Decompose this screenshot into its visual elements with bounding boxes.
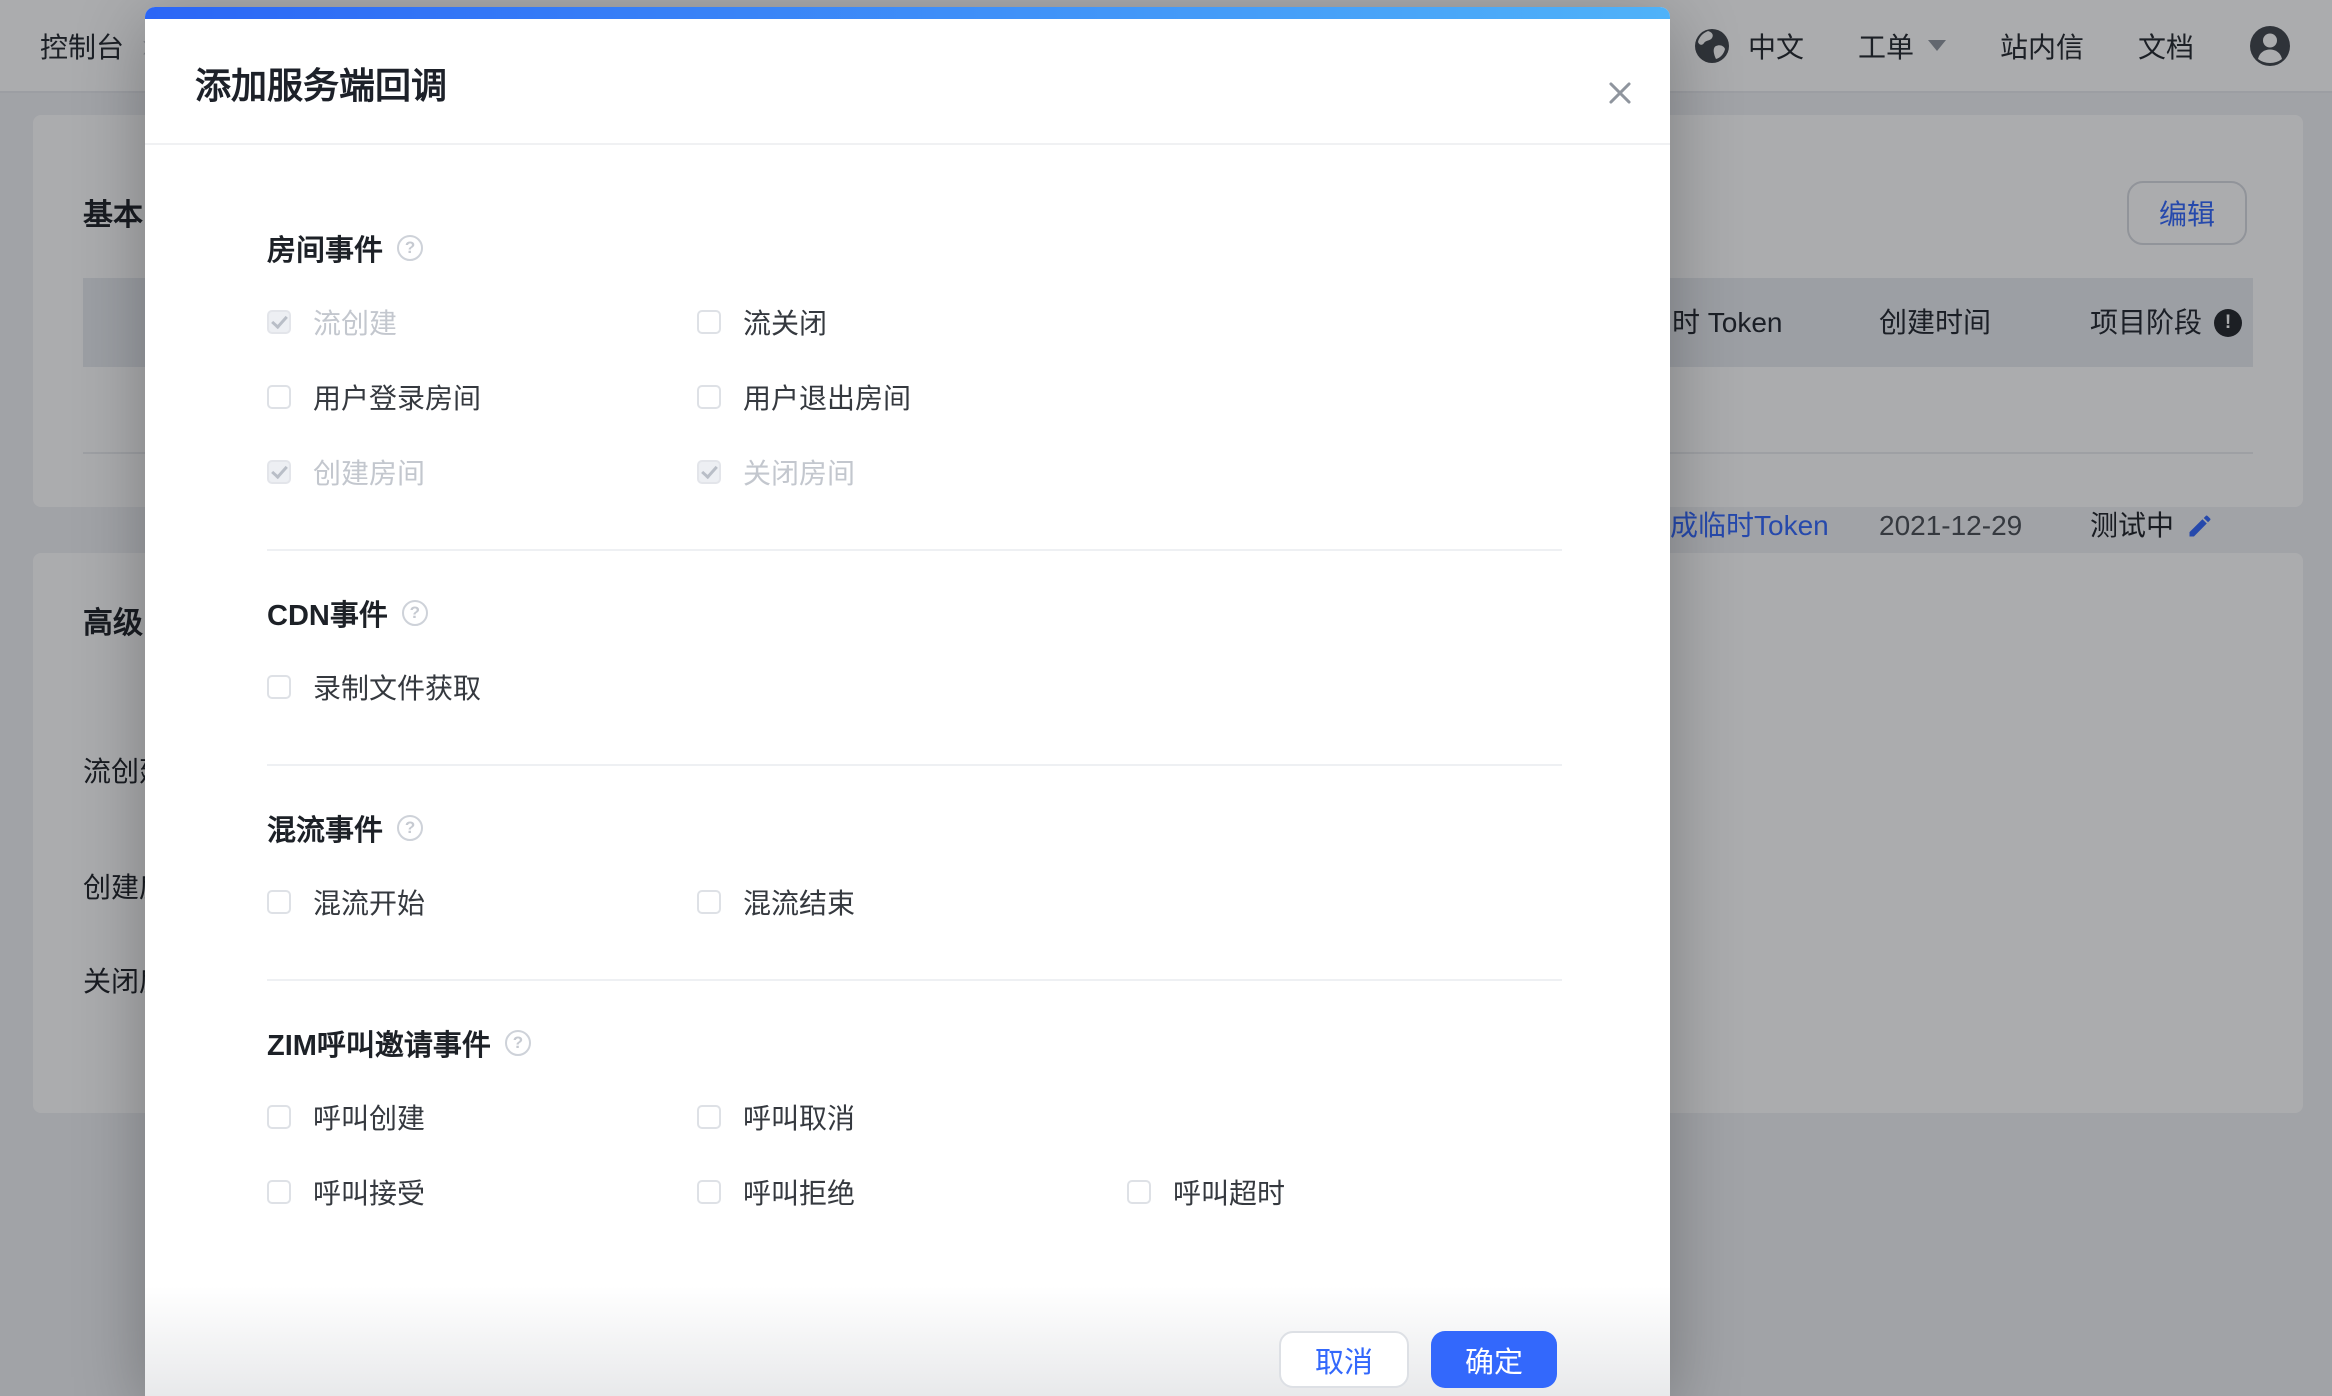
help-icon[interactable]: ? <box>505 1030 531 1056</box>
dialog-header: 添加服务端回调 <box>145 19 1670 145</box>
help-icon[interactable]: ? <box>397 235 423 261</box>
checkbox[interactable] <box>697 310 721 334</box>
checkbox-item: 创建房间 <box>267 448 697 496</box>
confirm-button[interactable]: 确定 <box>1431 1331 1557 1388</box>
checkbox-item: 混流开始 <box>267 878 697 926</box>
checkbox-row: 录制文件获取 <box>267 663 1562 711</box>
checkbox[interactable] <box>267 675 291 699</box>
help-icon[interactable]: ? <box>397 815 423 841</box>
close-button[interactable] <box>1600 73 1640 113</box>
checkbox[interactable] <box>697 890 721 914</box>
checkbox-item: 呼叫超时 <box>1127 1168 1557 1216</box>
checkbox-row: 混流开始 混流结束 <box>267 878 1562 926</box>
callback-section: ZIM呼叫邀请事件?呼叫创建呼叫取消呼叫接受呼叫拒绝呼叫超时 <box>267 1027 1562 1269</box>
checkbox-row: 流创建 流关闭 <box>267 298 1562 346</box>
checkbox-label: 用户退出房间 <box>743 377 911 417</box>
checkbox-row: 创建房间 关闭房间 <box>267 448 1562 496</box>
dialog-title: 添加服务端回调 <box>195 65 1620 107</box>
section-title: ZIM呼叫邀请事件 <box>267 1022 491 1064</box>
checkbox-item: 流创建 <box>267 298 697 346</box>
modal-body: 房间事件? 流创建 流关闭用户登录房间 用户退出房间创建房间 关闭房间 CDN事件? 录制文… <box>145 145 1670 1269</box>
checkbox-label: 呼叫拒绝 <box>743 1172 855 1212</box>
checkbox-label: 流创建 <box>313 302 397 342</box>
checkbox[interactable] <box>267 385 291 409</box>
checkbox-item: 录制文件获取 <box>267 663 697 711</box>
checkbox[interactable] <box>267 1105 291 1129</box>
checkbox-label: 录制文件获取 <box>313 667 481 707</box>
checkbox-item: 关闭房间 <box>697 448 1127 496</box>
checkbox[interactable] <box>1127 1180 1151 1204</box>
checkbox <box>697 460 721 484</box>
checkbox-item: 用户退出房间 <box>697 373 1127 421</box>
checkbox-row: 用户登录房间 用户退出房间 <box>267 373 1562 421</box>
callback-section: CDN事件?录制文件获取 <box>267 597 1562 766</box>
checkbox[interactable] <box>697 1105 721 1129</box>
add-server-callback-dialog: 添加服务端回调 房间事件? 流创建 流关闭用户登录房间 用户退出房间创建房间 关闭房间 C… <box>145 7 1670 1396</box>
checkbox[interactable] <box>267 890 291 914</box>
checkbox-label: 呼叫接受 <box>313 1172 425 1212</box>
checkbox-label: 混流结束 <box>743 882 855 922</box>
checkbox-item: 呼叫接受 <box>267 1168 697 1216</box>
callback-section: 房间事件?流创建流关闭用户登录房间用户退出房间创建房间关闭房间 <box>267 232 1562 551</box>
cancel-button[interactable]: 取消 <box>1279 1331 1409 1388</box>
checkbox-label: 呼叫创建 <box>313 1097 425 1137</box>
close-icon <box>1603 76 1637 110</box>
checkbox-label: 用户登录房间 <box>313 377 481 417</box>
checkbox-label: 呼叫超时 <box>1173 1172 1285 1212</box>
checkbox-label: 关闭房间 <box>743 452 855 492</box>
dialog-accent-bar <box>145 7 1670 19</box>
checkbox[interactable] <box>697 385 721 409</box>
checkbox-item: 用户登录房间 <box>267 373 697 421</box>
checkbox-label: 混流开始 <box>313 882 425 922</box>
checkbox-label: 流关闭 <box>743 302 827 342</box>
checkbox-label: 呼叫取消 <box>743 1097 855 1137</box>
confirm-button-label: 确定 <box>1465 1339 1523 1381</box>
section-title: 房间事件 <box>267 227 383 269</box>
checkbox-label: 创建房间 <box>313 452 425 492</box>
cancel-button-label: 取消 <box>1315 1339 1373 1381</box>
checkbox-item: 呼叫创建 <box>267 1093 697 1141</box>
checkbox[interactable] <box>697 1180 721 1204</box>
checkbox-item: 呼叫拒绝 <box>697 1168 1127 1216</box>
section-title: CDN事件 <box>267 592 388 634</box>
checkbox-row: 呼叫创建 呼叫取消 <box>267 1093 1562 1141</box>
callback-section: 混流事件?混流开始混流结束 <box>267 812 1562 981</box>
checkbox-item: 流关闭 <box>697 298 1127 346</box>
checkbox-row: 呼叫接受 呼叫拒绝 呼叫超时 <box>267 1168 1562 1216</box>
section-title: 混流事件 <box>267 807 383 849</box>
checkbox <box>267 460 291 484</box>
checkbox <box>267 310 291 334</box>
checkbox-item: 呼叫取消 <box>697 1093 1127 1141</box>
help-icon[interactable]: ? <box>402 600 428 626</box>
dialog-footer: 取消 确定 <box>1279 1331 1557 1388</box>
checkbox-item: 混流结束 <box>697 878 1127 926</box>
checkbox[interactable] <box>267 1180 291 1204</box>
